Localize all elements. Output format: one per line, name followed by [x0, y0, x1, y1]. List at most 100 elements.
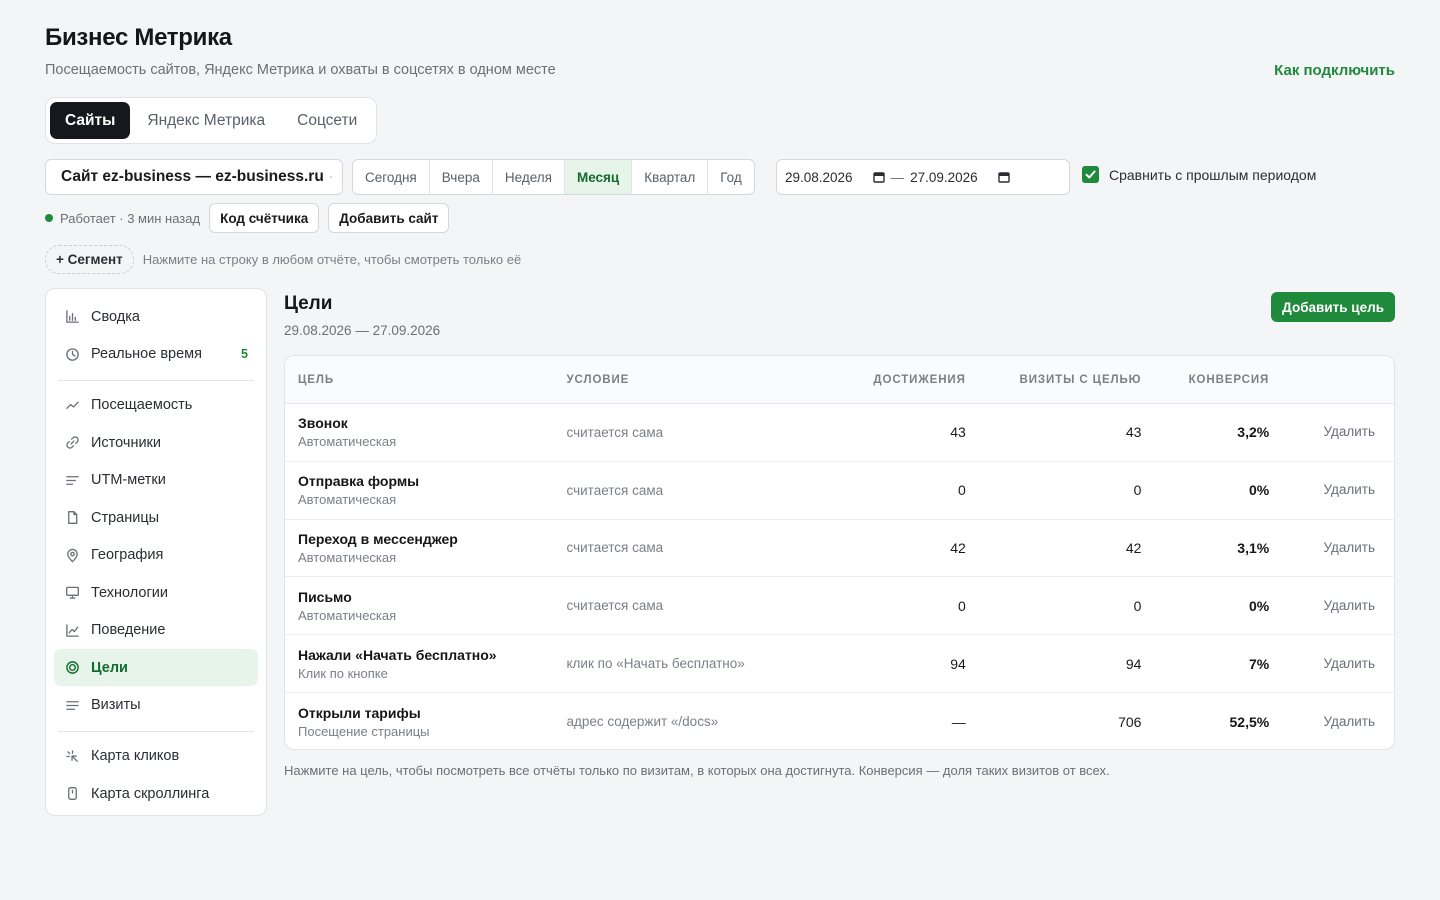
tab-sites[interactable]: Сайты	[50, 102, 131, 139]
goals-table: Цель Условие Достижения Визиты с целью К…	[284, 355, 1395, 750]
status-dot	[45, 214, 53, 222]
page-date-range: 29.08.2026 — 27.09.2026	[284, 323, 441, 338]
sidebar-item-label: Посещаемость	[91, 397, 193, 413]
sidebar-item-scroll-map[interactable]: Карта скроллинга	[54, 775, 258, 812]
compare-checkbox[interactable]	[1082, 166, 1099, 183]
list-icon	[64, 697, 80, 713]
sidebar-item-label: Карта кликов	[91, 748, 180, 764]
sidebar-item-label: Реальное время	[91, 346, 202, 362]
checkmark-icon	[1085, 170, 1096, 179]
goal-achievements: 0	[957, 482, 966, 499]
column-header-goal: Цель	[298, 373, 335, 386]
goal-condition: считается сама	[566, 540, 664, 556]
delete-goal-button[interactable]: Удалить	[1323, 482, 1375, 497]
sidebar-item-traffic[interactable]: Посещаемость	[54, 387, 258, 424]
sidebar-item-pages[interactable]: Страницы	[54, 499, 258, 536]
goals-footnote: Нажмите на цель, чтобы посмотреть все от…	[284, 763, 1110, 778]
link-icon	[64, 435, 80, 451]
goal-condition: адрес содержит «/docs»	[566, 714, 719, 730]
tab-yandex-metrika[interactable]: Яндекс Метрика	[132, 102, 280, 139]
goal-achievements: 94	[950, 655, 966, 672]
delete-goal-button[interactable]: Удалить	[1323, 656, 1375, 671]
scroll-map-icon	[64, 786, 80, 802]
sidebar-item-technologies[interactable]: Технологии	[54, 574, 258, 611]
goal-type: Автоматическая	[298, 607, 397, 623]
counter-code-button[interactable]: Код счётчика	[209, 203, 320, 233]
bar-chart-icon	[64, 309, 80, 325]
table-row[interactable]: Переход в мессенджер Автоматическая счита…	[285, 520, 1394, 578]
compare-toggle[interactable]: Сравнить с прошлым периодом	[1082, 166, 1316, 183]
trend-line-icon	[64, 397, 80, 413]
goal-name: Звонок	[298, 415, 348, 432]
period-yesterday[interactable]: Вчера	[430, 160, 493, 194]
sidebar-item-sources[interactable]: Источники	[54, 424, 258, 461]
goal-condition: считается сама	[566, 424, 664, 440]
goal-achievements: 43	[950, 424, 966, 441]
delete-goal-button[interactable]: Удалить	[1323, 598, 1375, 613]
column-header-conversion: Конверсия	[1188, 373, 1270, 386]
realtime-badge: 5	[241, 347, 248, 361]
period-year[interactable]: Год	[708, 160, 754, 194]
sidebar-item-geography[interactable]: География	[54, 537, 258, 574]
site-select[interactable]: Сайт ez-business — ez-business.ru	[45, 159, 343, 195]
date-range: 29.08.2026 — 27.09.2026	[776, 159, 1070, 195]
app-title: Бизнес Метрика	[45, 24, 232, 51]
period-quarter[interactable]: Квартал	[632, 160, 709, 194]
table-row[interactable]: Открыли тарифы Посещение страницы адрес с…	[285, 693, 1394, 749]
add-goal-button[interactable]: Добавить цель	[1271, 292, 1395, 322]
table-row[interactable]: Письмо Автоматическая считается сама 0 0 …	[285, 577, 1394, 636]
connect-link[interactable]: Как подключить	[1274, 62, 1395, 79]
sidebar-item-label: Страницы	[91, 509, 160, 526]
delete-goal-button[interactable]: Удалить	[1323, 714, 1375, 729]
add-site-button[interactable]: Добавить сайт	[328, 203, 450, 233]
click-map-icon	[64, 748, 80, 764]
sidebar-item-label: География	[91, 547, 164, 563]
sidebar-item-goals[interactable]: Цели	[54, 649, 258, 686]
sidebar-item-realtime[interactable]: Реальное время 5	[54, 336, 258, 373]
goal-type: Посещение страницы	[298, 723, 430, 739]
sidebar: Сводка Реальное время 5 Посещаемость Ист…	[45, 288, 267, 816]
goal-condition: клик по «Начать бесплатно»	[566, 656, 745, 672]
date-from-field[interactable]: 29.08.2026	[785, 170, 885, 185]
status-row: Работает · 3 мин назад Код счётчика Доба…	[45, 203, 458, 233]
goal-name: Письмо	[298, 588, 352, 605]
sidebar-item-label: Сводка	[91, 308, 140, 325]
table-row[interactable]: Отправка формы Автоматическая считается с…	[285, 462, 1394, 520]
sidebar-item-label: Цели	[91, 659, 128, 676]
column-header-condition: Условие	[566, 373, 630, 386]
sidebar-item-summary[interactable]: Сводка	[54, 298, 258, 335]
goal-conversion: 0%	[1248, 482, 1270, 499]
date-to-value: 27.09.2026	[910, 169, 978, 185]
goal-conversion: 7%	[1248, 655, 1270, 672]
table-header: Цель Условие Достижения Визиты с целью К…	[285, 356, 1394, 404]
goal-name: Переход в мессенджер	[298, 530, 458, 547]
app-subtitle: Посещаемость сайтов, Яндекс Метрика и ох…	[45, 62, 556, 78]
period-week[interactable]: Неделя	[493, 160, 565, 194]
period-month[interactable]: Месяц	[564, 160, 633, 194]
delete-goal-button[interactable]: Удалить	[1323, 424, 1375, 439]
add-segment-button[interactable]: + Сегмент	[45, 245, 134, 274]
date-to-field[interactable]: 27.09.2026	[910, 170, 1010, 185]
goal-visits: 42	[1125, 539, 1142, 556]
sidebar-divider	[58, 730, 254, 732]
delete-goal-button[interactable]: Удалить	[1323, 540, 1375, 555]
calendar-icon	[997, 172, 1010, 183]
goal-visits: 0	[1133, 482, 1142, 499]
segment-row: + Сегмент Нажмите на строку в любом отчё…	[45, 245, 521, 274]
sidebar-item-visits[interactable]: Визиты	[54, 687, 258, 724]
goal-condition: считается сама	[566, 598, 664, 614]
period-today[interactable]: Сегодня	[353, 160, 430, 194]
goal-conversion: 3,2%	[1237, 424, 1270, 441]
sidebar-item-click-map[interactable]: Карта кликов	[54, 738, 258, 775]
calendar-icon	[872, 172, 885, 183]
sidebar-item-behavior[interactable]: Поведение	[54, 612, 258, 649]
page-title: Цели	[284, 293, 333, 314]
tab-socials[interactable]: Соцсети	[282, 102, 372, 139]
sidebar-item-utm[interactable]: UTM-метки	[54, 462, 258, 499]
goal-visits: 706	[1118, 713, 1142, 730]
sidebar-item-label: Визиты	[91, 697, 141, 713]
site-select-value: Сайт ez-business — ez-business.ru	[61, 168, 324, 185]
table-row[interactable]: Звонок Автоматическая считается сама 43 4…	[285, 404, 1394, 462]
goal-visits: 94	[1125, 655, 1142, 672]
table-row[interactable]: Нажали «Начать бесплатно» Клик по кнопке …	[285, 635, 1394, 693]
